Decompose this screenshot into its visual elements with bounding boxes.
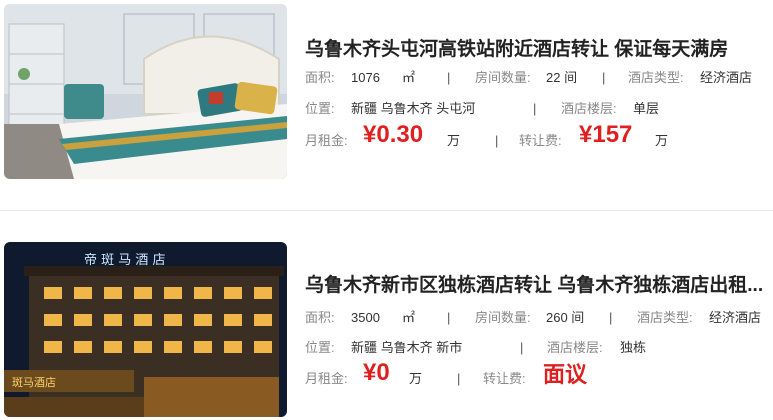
rent-unit: 万 — [409, 371, 423, 386]
hotel-type-value: 经济酒店 — [709, 310, 762, 325]
rooms-label: 房间数量: — [475, 70, 531, 85]
hotel-type-label: 酒店类型: — [628, 70, 684, 85]
transfer-fee-label: 转让费: — [519, 133, 562, 148]
area-label: 面积: — [305, 310, 335, 325]
listing-location-row: 位置: 新疆 乌鲁木齐 头屯河 | 酒店楼层: 单层 — [305, 99, 765, 119]
location-label: 位置: — [305, 340, 335, 355]
svg-text:帝 斑 马 酒 店: 帝 斑 马 酒 店 — [84, 252, 166, 268]
listing-title[interactable]: 乌鲁木齐头屯河高铁站附近酒店转让 保证每天满房 — [305, 34, 773, 61]
separator: | — [533, 101, 537, 116]
listing-photo-hotel-room[interactable] — [4, 4, 287, 179]
listing-specs-row: 面积: 1076 ㎡ | 房间数量: 22 间 | 酒店类型: 经济酒店 — [305, 68, 765, 88]
area-value: 1076 — [351, 70, 380, 85]
separator: | — [447, 70, 451, 85]
listing-location-row: 位置: 新疆 乌鲁木齐 新市 | 酒店楼层: 独栋 — [305, 338, 765, 358]
rent-value: ¥0 — [363, 359, 390, 386]
listing-divider — [0, 210, 773, 211]
floor-value: 独栋 — [620, 340, 647, 355]
area-label: 面积: — [305, 70, 335, 85]
listing-photo-hotel-building[interactable]: 帝 斑 马 酒 店 斑马酒店 — [4, 242, 287, 417]
floor-label: 酒店楼层: — [547, 340, 603, 355]
transfer-fee-unit: 万 — [655, 133, 669, 148]
transfer-fee-label: 转让费: — [483, 371, 526, 386]
separator: | — [457, 371, 461, 386]
location-value: 新疆 乌鲁木齐 头屯河 — [351, 101, 476, 116]
listing-price-row: 月租金: ¥0.30 万 | 转让费: ¥157 万 — [305, 123, 765, 151]
separator: | — [495, 133, 499, 148]
hotel-type-value: 经济酒店 — [700, 70, 753, 85]
rent-value: ¥0.30 — [363, 121, 424, 148]
separator: | — [602, 70, 606, 85]
transfer-fee-value: ¥157 — [579, 121, 633, 148]
listing-card[interactable]: 帝 斑 马 酒 店 斑马酒店 乌鲁木齐新市区独栋酒店转让 乌鲁木齐独栋酒店出租.… — [0, 238, 773, 420]
rent-label: 月租金: — [305, 133, 348, 148]
listing-card[interactable]: 乌鲁木齐头屯河高铁站附近酒店转让 保证每天满房 面积: 1076 ㎡ | 房间数… — [0, 0, 773, 210]
listing-specs-row: 面积: 3500 ㎡ | 房间数量: 260 间 | 酒店类型: 经济酒店 — [305, 308, 773, 328]
transfer-fee-value: 面议 — [543, 362, 588, 387]
area-unit: ㎡ — [402, 310, 416, 325]
svg-text:斑马酒店: 斑马酒店 — [12, 375, 56, 389]
location-value: 新疆 乌鲁木齐 新市 — [351, 340, 463, 355]
rooms-value: 260 间 — [546, 310, 585, 325]
rent-unit: 万 — [447, 133, 461, 148]
listing-title[interactable]: 乌鲁木齐新市区独栋酒店转让 乌鲁木齐独栋酒店出租... — [305, 270, 773, 297]
separator: | — [520, 340, 524, 355]
listing-price-row: 月租金: ¥0 万 | 转让费: 面议 — [305, 361, 765, 389]
area-unit: ㎡ — [402, 70, 416, 85]
area-value: 3500 — [351, 310, 380, 325]
rent-label: 月租金: — [305, 371, 348, 386]
floor-value: 单层 — [633, 101, 660, 116]
rooms-label: 房间数量: — [475, 310, 531, 325]
separator: | — [447, 310, 451, 325]
location-label: 位置: — [305, 101, 335, 116]
rooms-value: 22 间 — [546, 70, 578, 85]
separator: | — [609, 310, 613, 325]
hotel-type-label: 酒店类型: — [637, 310, 693, 325]
floor-label: 酒店楼层: — [561, 101, 617, 116]
